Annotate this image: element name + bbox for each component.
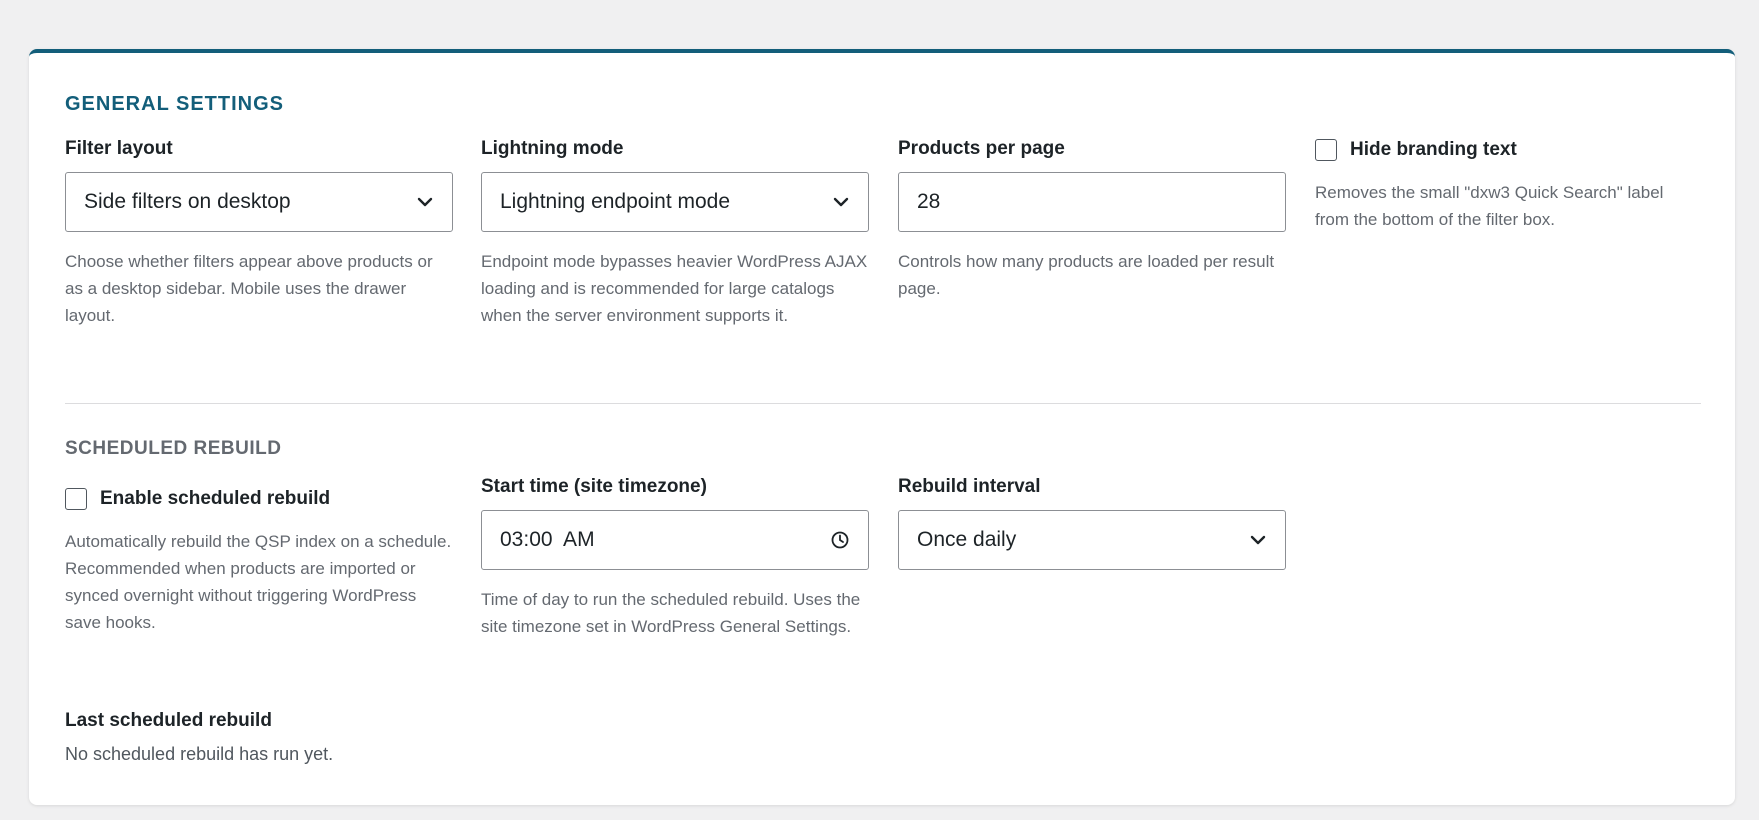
hide-branding-label[interactable]: Hide branding text	[1350, 138, 1517, 162]
enable-rebuild-help: Automatically rebuild the QSP index on a…	[65, 532, 452, 632]
enable-rebuild-label[interactable]: Enable scheduled rebuild	[100, 487, 330, 511]
start-time-label: Start time (site timezone)	[481, 476, 707, 497]
last-rebuild-value: No scheduled rebuild has run yet.	[65, 744, 334, 764]
enable-rebuild-field: Enable scheduled rebuild Automatically r…	[65, 486, 453, 636]
filter-layout-value: Side filters on desktop	[84, 190, 291, 213]
lightning-mode-select[interactable]: Lightning endpoint mode	[481, 172, 869, 232]
start-time-input[interactable]: 03:00 AM	[481, 510, 869, 570]
products-per-page-value: 28	[917, 190, 941, 213]
products-per-page-input[interactable]: 28	[898, 172, 1286, 232]
hide-branding-help: Removes the small "dxw3 Quick Search" la…	[1315, 183, 1664, 229]
filter-layout-help: Choose whether filters appear above prod…	[65, 252, 433, 325]
rebuild-interval-select[interactable]: Once daily	[898, 510, 1286, 570]
start-time-field: Start time (site timezone) 03:00 AM Time…	[481, 475, 869, 640]
clock-icon[interactable]	[830, 530, 850, 550]
chevron-down-icon	[1250, 535, 1266, 545]
lightning-mode-help: Endpoint mode bypasses heavier WordPress…	[481, 252, 868, 325]
rebuild-interval-value: Once daily	[917, 528, 1017, 551]
chevron-down-icon	[417, 197, 433, 207]
enable-rebuild-checkbox[interactable]	[65, 488, 87, 510]
hide-branding-field: Hide branding text Removes the small "dx…	[1315, 137, 1695, 233]
start-time-help: Time of day to run the scheduled rebuild…	[481, 590, 861, 636]
hide-branding-checkbox[interactable]	[1315, 139, 1337, 161]
scheduled-rebuild-title: SCHEDULED REBUILD	[65, 438, 282, 459]
last-rebuild-label: Last scheduled rebuild	[65, 710, 272, 731]
filter-layout-field: Filter layout Side filters on desktop Ch…	[65, 137, 453, 329]
lightning-mode-field: Lightning mode Lightning endpoint mode E…	[481, 137, 869, 329]
products-per-page-label: Products per page	[898, 138, 1065, 159]
settings-card: GENERAL SETTINGS Filter layout Side filt…	[29, 49, 1735, 805]
lightning-mode-value: Lightning endpoint mode	[500, 190, 731, 213]
chevron-down-icon	[833, 197, 849, 207]
filter-layout-select[interactable]: Side filters on desktop	[65, 172, 453, 232]
products-per-page-help: Controls how many products are loaded pe…	[898, 252, 1275, 298]
section-divider	[65, 403, 1701, 404]
general-settings-title: GENERAL SETTINGS	[65, 93, 284, 115]
rebuild-interval-field: Rebuild interval Once daily	[898, 475, 1286, 570]
start-time-value: 03:00 AM	[500, 528, 595, 551]
lightning-mode-label: Lightning mode	[481, 138, 624, 159]
rebuild-interval-label: Rebuild interval	[898, 476, 1041, 497]
filter-layout-label: Filter layout	[65, 138, 173, 159]
products-per-page-field: Products per page 28 Controls how many p…	[898, 137, 1286, 302]
